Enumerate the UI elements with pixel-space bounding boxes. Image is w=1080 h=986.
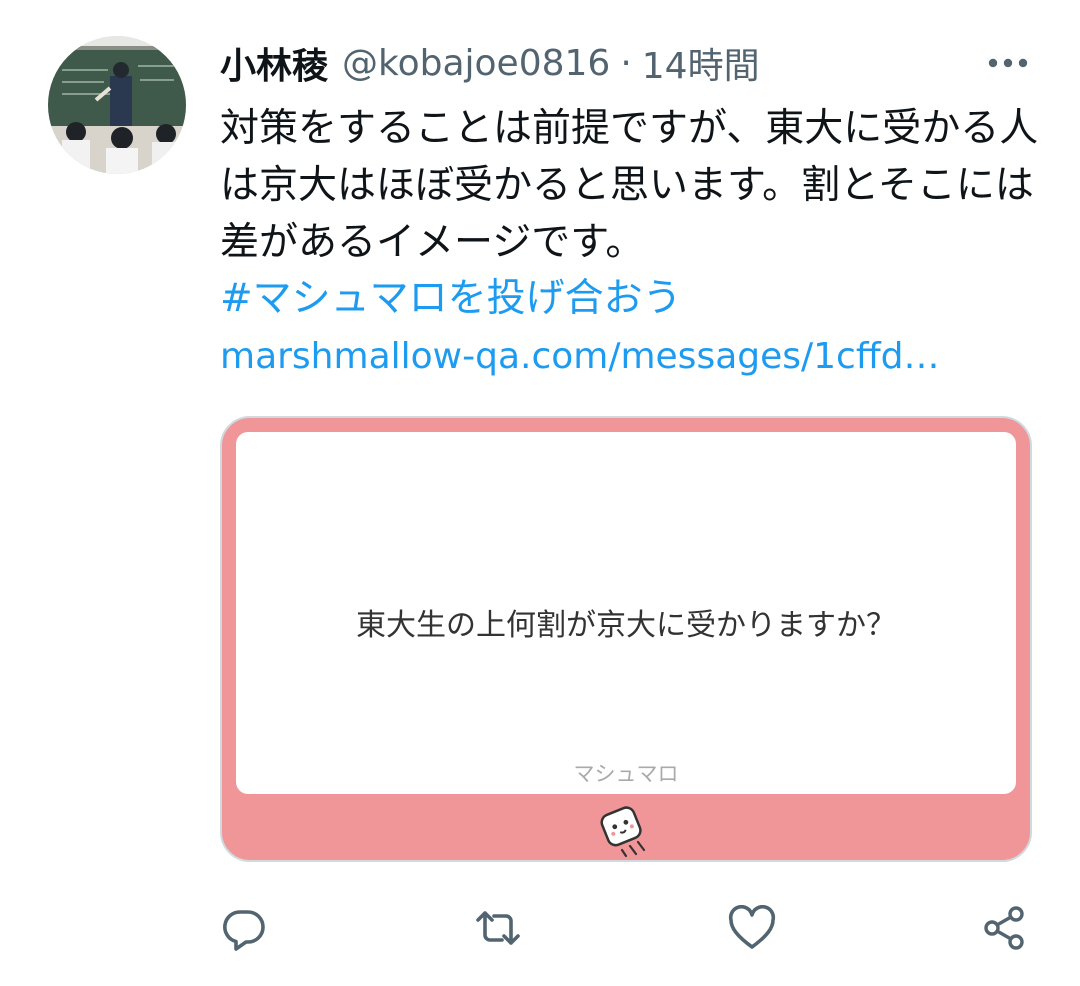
- user-handle[interactable]: @kobajoe0816: [342, 43, 610, 84]
- retweet-icon: [476, 911, 520, 945]
- url-link[interactable]: marshmallow-qa.com/messages/1cffd…: [220, 328, 940, 385]
- card-brand: マシュマロ: [573, 762, 679, 786]
- action-bar: [0, 892, 1080, 962]
- hashtag-link[interactable]: #マシュマロを投げ合おう: [220, 270, 682, 327]
- avatar[interactable]: [48, 36, 186, 174]
- like-button[interactable]: [724, 900, 780, 956]
- tweet: 小林稜 @kobajoe0816 · 14時間 対策をすることは前提ですが、東大…: [0, 0, 1080, 986]
- card-question: 東大生の上何割が京大に受かりますか？: [356, 608, 896, 643]
- reply-icon: [223, 910, 265, 951]
- timestamp[interactable]: 14時間: [642, 37, 760, 89]
- tweet-text: 対策をすることは前提ですが、東大に受かる人は京大はほぼ受かると思います。割とそこ…: [220, 106, 1039, 265]
- more-icon: [988, 58, 1028, 68]
- retweet-button[interactable]: [470, 900, 526, 956]
- display-name[interactable]: 小林稜: [220, 37, 328, 89]
- share-button[interactable]: [976, 900, 1032, 956]
- link-card[interactable]: 東大生の上何割が京大に受かりますか？ マシュマロ: [220, 416, 1032, 862]
- share-icon: [984, 906, 1024, 950]
- reply-button[interactable]: [216, 900, 272, 956]
- card-question-panel: 東大生の上何割が京大に受かりますか？ マシュマロ: [236, 432, 1016, 794]
- like-icon: [728, 905, 776, 949]
- separator-dot: ·: [620, 42, 632, 84]
- marshmallow-icon: [596, 802, 656, 860]
- more-button[interactable]: [986, 46, 1030, 80]
- avatar-photo: [48, 36, 186, 174]
- tweet-header: 小林稜 @kobajoe0816 · 14時間: [220, 38, 760, 88]
